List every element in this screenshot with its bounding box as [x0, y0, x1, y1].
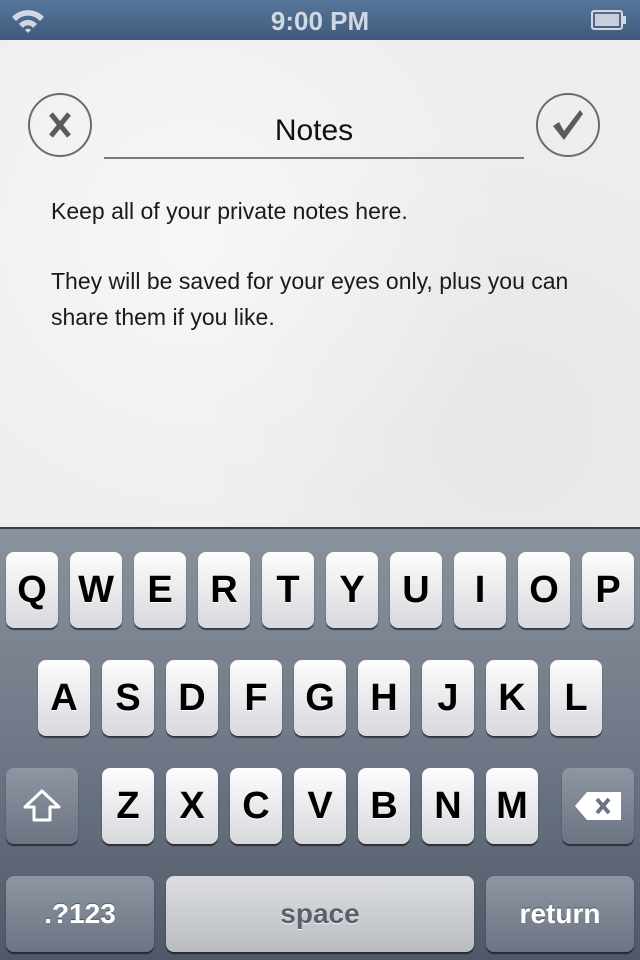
key-s[interactable]: S: [102, 660, 154, 736]
key-q[interactable]: Q: [6, 552, 58, 628]
delete-key[interactable]: [562, 768, 634, 844]
key-x[interactable]: X: [166, 768, 218, 844]
space-key[interactable]: space: [166, 876, 474, 952]
key-v[interactable]: V: [294, 768, 346, 844]
checkmark-icon: [553, 110, 583, 140]
return-key[interactable]: return: [486, 876, 634, 952]
key-p[interactable]: P: [582, 552, 634, 628]
key-r[interactable]: R: [198, 552, 250, 628]
key-m[interactable]: M: [486, 768, 538, 844]
key-h[interactable]: H: [358, 660, 410, 736]
key-i[interactable]: I: [454, 552, 506, 628]
key-t[interactable]: T: [262, 552, 314, 628]
key-w[interactable]: W: [70, 552, 122, 628]
cancel-button[interactable]: [28, 93, 92, 157]
key-d[interactable]: D: [166, 660, 218, 736]
key-n[interactable]: N: [422, 768, 474, 844]
key-g[interactable]: G: [294, 660, 346, 736]
battery-icon: [591, 10, 626, 30]
backspace-icon: [575, 792, 621, 820]
key-f[interactable]: F: [230, 660, 282, 736]
note-paragraph: Keep all of your private notes here.: [51, 198, 408, 224]
key-l[interactable]: L: [550, 660, 602, 736]
note-title-field[interactable]: Notes: [104, 105, 524, 159]
status-bar: 9:00 PM: [0, 0, 640, 40]
key-o[interactable]: O: [518, 552, 570, 628]
key-u[interactable]: U: [390, 552, 442, 628]
key-z[interactable]: Z: [102, 768, 154, 844]
done-button[interactable]: [536, 93, 600, 157]
key-y[interactable]: Y: [326, 552, 378, 628]
key-a[interactable]: A: [38, 660, 90, 736]
key-j[interactable]: J: [422, 660, 474, 736]
key-c[interactable]: C: [230, 768, 282, 844]
key-k[interactable]: K: [486, 660, 538, 736]
status-time: 9:00 PM: [270, 6, 370, 36]
key-b[interactable]: B: [358, 768, 410, 844]
numbers-key[interactable]: .?123: [6, 876, 154, 952]
shift-key[interactable]: [6, 768, 78, 844]
shift-icon: [23, 789, 61, 822]
key-e[interactable]: E: [134, 552, 186, 628]
note-body[interactable]: Keep all of your private notes here. The…: [51, 193, 591, 369]
x-icon: [49, 112, 71, 138]
note-paragraph: They will be saved for your eyes only, p…: [51, 268, 569, 330]
